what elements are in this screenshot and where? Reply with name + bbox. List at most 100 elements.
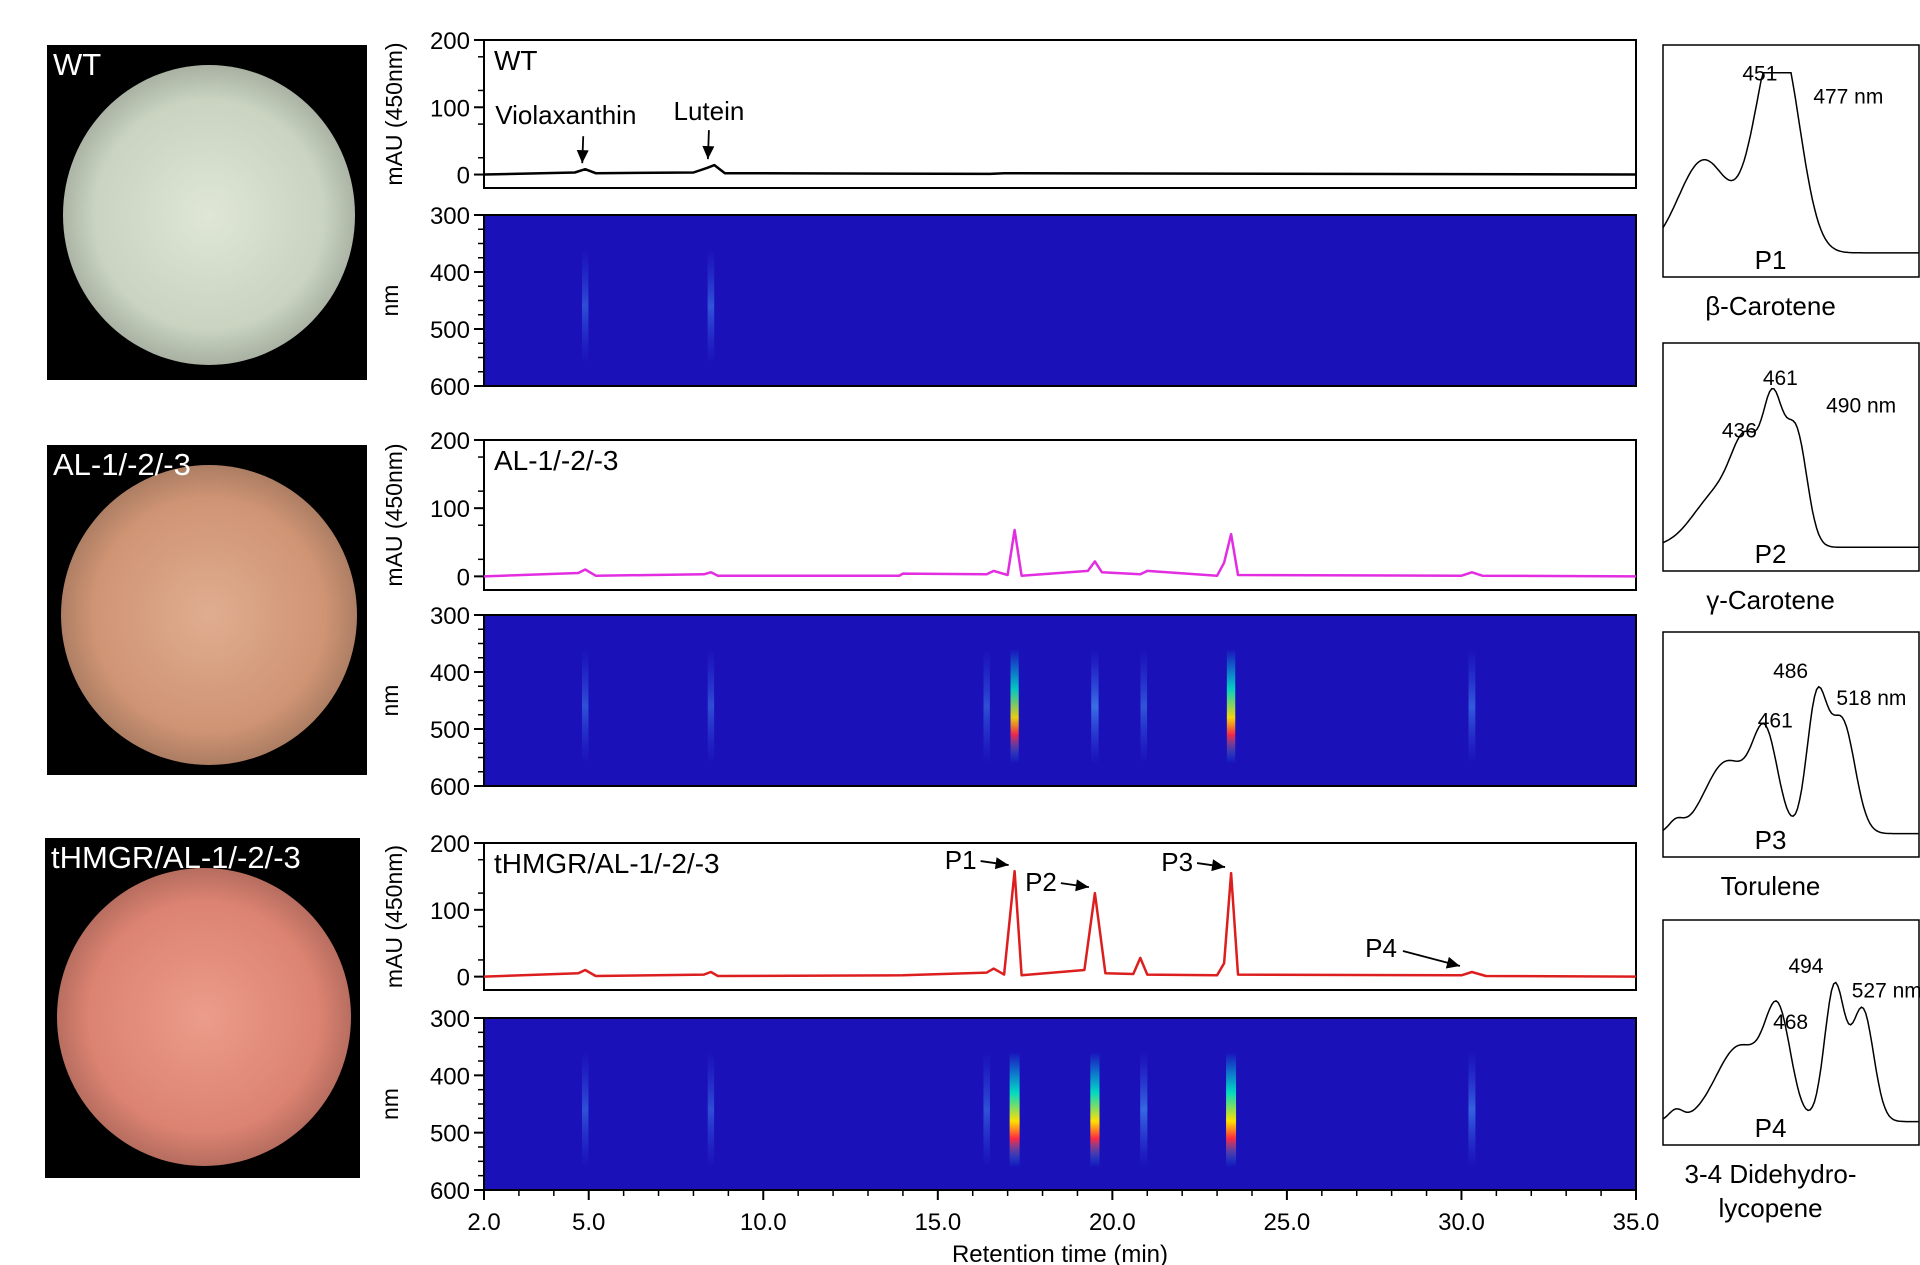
spectral-heatmap: 300 400 500 600 nm (377, 603, 1637, 801)
heatmap-band (1226, 649, 1236, 764)
peak-annotation: Violaxanthin (495, 100, 636, 130)
chromatogram-layer: 2001000mAU (450nm) WTViolaxanthin Lutein20… (377, 28, 1659, 1265)
y-tick-label: 600 (430, 1178, 470, 1205)
y-axis-label: mAU (450nm) (381, 443, 407, 586)
heatmap-band (707, 249, 715, 364)
y-tick-label: 400 (430, 1063, 470, 1090)
absorption-spectrum-panel: 451 477 nm P1 β-Carotene (1662, 44, 1920, 321)
heatmap-band (581, 649, 589, 764)
compound-name: β-Carotene (1705, 291, 1836, 321)
spectrum-peak-label: P2 (1755, 539, 1787, 569)
x-tick-label: 25.0 (1264, 1209, 1311, 1236)
absorption-maximum-label: 451 (1742, 63, 1777, 86)
heatmap-band (1140, 1052, 1148, 1168)
x-tick-label: 10.0 (740, 1209, 787, 1236)
heatmap-band (983, 649, 990, 764)
heatmap-band (1091, 649, 1099, 764)
absorption-maximum-label: 461 (1763, 367, 1798, 390)
chromatogram-panel: 200 100 0 mAU (450nm) tHMGR/AL-1/-2/-3 P1 P2 P3… (381, 831, 1637, 992)
y-tick-label: 100 (430, 898, 470, 925)
heatmap-band (1009, 1052, 1020, 1168)
x-tick-label: 35.0 (1613, 1209, 1660, 1236)
y-tick-label: 200 (430, 28, 470, 55)
panel-title: WT (494, 45, 538, 76)
peak-annotation: Lutein (673, 96, 744, 126)
heatmap-background (483, 214, 1637, 387)
heatmap-band (983, 1052, 990, 1168)
y-tick-label: 200 (430, 831, 470, 858)
heatmap-band (1468, 1052, 1476, 1168)
spectral-heatmap: 300 400 500 600 nm (377, 203, 1637, 401)
peak-annotation: P4 (1365, 933, 1397, 963)
absorption-maximum-label: 461 (1758, 710, 1793, 733)
y-tick-label: 100 (430, 496, 470, 523)
y-tick-label: 0 (457, 163, 470, 190)
absorption-spectrum-panel: 436 461 490 nm P2 γ-Carotene (1662, 342, 1920, 615)
y-tick-label: 100 (430, 95, 470, 122)
heatmap-band (1010, 649, 1019, 764)
x-tick-label: 2.0 (467, 1209, 500, 1236)
x-tick-label: 20.0 (1089, 1209, 1136, 1236)
x-axis: 2.0 5.0 10.0 15.0 20.0 25.0 30.0 35.0 Retention … (467, 1190, 1659, 1265)
y-tick-label: 600 (430, 374, 470, 401)
x-axis-label: Retention time (min) (952, 1241, 1168, 1265)
compound-name: lycopene (1718, 1193, 1822, 1223)
spectrum-peak-label: P1 (1755, 245, 1787, 275)
y-tick-label: 400 (430, 260, 470, 287)
peak-annotation: P1 (945, 845, 977, 875)
panel-title: AL-1/-2/-3 (494, 445, 619, 476)
chromatogram-panel: 200 100 0 mAU (450nm) WT Violaxanthin Lutein (381, 28, 1637, 190)
y-tick-label: 200 (430, 428, 470, 455)
heatmap-background (483, 1017, 1637, 1191)
compound-name: γ-Carotene (1706, 585, 1835, 615)
heatmap-band (581, 1052, 589, 1168)
y-tick-label: 500 (430, 717, 470, 744)
chromatogram-panel: 200 100 0 mAU (450nm) AL-1/-2/-3 (381, 428, 1637, 591)
y-axis-label: nm (377, 285, 403, 317)
y-tick-label: 300 (430, 603, 470, 630)
peak-annotation: P3 (1161, 847, 1193, 877)
y-tick-label: 0 (457, 965, 470, 992)
absorption-maximum-label: 490 nm (1826, 394, 1896, 417)
compound-name: Torulene (1721, 871, 1821, 901)
x-tick-label: 5.0 (572, 1209, 605, 1236)
spectrum-peak-label: P3 (1755, 825, 1787, 855)
heatmap-band (707, 1052, 715, 1168)
absorption-spectrum-panel: 468 494 527 nm P4 3-4 Didehydro-lycopene (1662, 919, 1920, 1223)
x-tick-label: 30.0 (1438, 1209, 1485, 1236)
y-axis-label: nm (377, 685, 403, 717)
plot-frame (483, 439, 1637, 591)
y-tick-label: 600 (430, 774, 470, 801)
absorption-maximum-label: 518 nm (1836, 687, 1906, 710)
spectral-heatmap: 300 400 500 600 nm (377, 1006, 1637, 1205)
y-tick-label: 300 (430, 203, 470, 230)
heatmap-band (1090, 1052, 1100, 1168)
absorption-spectrum-panel: 461 486 518 nm P3 Torulene (1662, 631, 1920, 901)
y-tick-label: 0 (457, 564, 470, 591)
compound-name: 3-4 Didehydro- (1685, 1159, 1857, 1189)
y-axis-label: mAU (450nm) (381, 845, 407, 988)
heatmap-band (1140, 649, 1148, 764)
figure-canvas: 2001000mAU (450nm) WTViolaxanthin Lutein20… (377, 28, 1920, 1265)
absorption-maximum-label: 486 (1773, 660, 1808, 683)
y-axis-label: mAU (450nm) (381, 42, 407, 185)
y-axis-label: nm (377, 1088, 403, 1120)
spectrum-peak-label: P4 (1755, 1113, 1787, 1143)
spectra-layer: 451 477 nm P1 β-Carotene 436 461 490 nm P2 γ-Car… (1662, 44, 1920, 1223)
absorption-maximum-label: 494 (1788, 955, 1823, 978)
heatmap-band (707, 649, 715, 764)
y-tick-label: 300 (430, 1006, 470, 1033)
peak-annotation: P2 (1025, 867, 1057, 897)
x-tick-label: 15.0 (914, 1209, 961, 1236)
heatmap-background (483, 614, 1637, 787)
panel-title: tHMGR/AL-1/-2/-3 (494, 848, 720, 879)
absorption-maximum-label: 468 (1773, 1011, 1808, 1034)
y-tick-label: 400 (430, 660, 470, 687)
plot-frame (483, 39, 1637, 189)
absorption-maximum-label: 477 nm (1813, 86, 1883, 109)
heatmap-band (582, 249, 589, 364)
absorption-maximum-label: 527 nm (1852, 980, 1920, 1003)
heatmap-band (1468, 649, 1476, 764)
absorption-maximum-label: 436 (1722, 419, 1757, 442)
heatmap-band (1226, 1052, 1237, 1168)
